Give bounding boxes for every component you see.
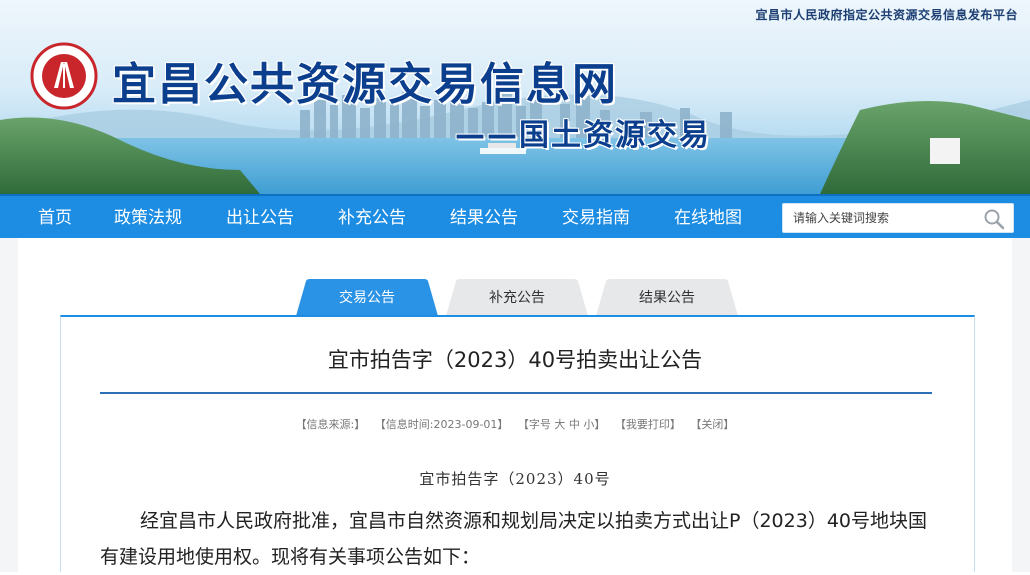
tab-label: 补充公告 <box>489 290 545 306</box>
nav-item-policies[interactable]: 政策法规 <box>114 196 182 240</box>
tab-trade-notices[interactable]: 交易公告 <box>296 279 438 316</box>
article-meta: 【信息来源:】 【信息时间:2023-09-01】 【字号 大 中 小】 【我要… <box>0 416 1030 432</box>
document-number: 宜市拍告字（2023）40号 <box>419 470 611 488</box>
nav-item-transfer-notices[interactable]: 出让公告 <box>226 196 294 240</box>
nav-item-result-notices[interactable]: 结果公告 <box>450 196 518 240</box>
meta-print[interactable]: 【我要打印】 <box>615 418 681 431</box>
meta-source: 【信息来源:】 <box>295 418 366 431</box>
yichang-public-resource-logo-icon <box>30 42 98 110</box>
platform-note: 宜昌市人民政府指定公共资源交易信息发布平台 <box>755 8 1018 22</box>
nav-item-supplementary-notices[interactable]: 补充公告 <box>338 196 406 240</box>
site-subtitle: ——国土资源交易 <box>455 118 711 153</box>
title-divider <box>100 392 932 394</box>
nav-item-trade-guide[interactable]: 交易指南 <box>562 196 630 240</box>
tab-supplementary-notices[interactable]: 补充公告 <box>446 279 588 316</box>
search-icon[interactable] <box>983 208 1005 230</box>
tab-result-notices[interactable]: 结果公告 <box>596 279 738 316</box>
nav-item-online-map[interactable]: 在线地图 <box>674 196 742 240</box>
header-banner: 宜昌市人民政府指定公共资源交易信息发布平台 宜昌公共资源交易信息网 ——国土资源… <box>0 0 1030 194</box>
search-input[interactable] <box>793 208 973 228</box>
main-navigation: 首页 政策法规 出让公告 补充公告 结果公告 交易指南 在线地图 <box>0 194 1030 238</box>
tab-label: 结果公告 <box>639 290 695 306</box>
nav-item-home[interactable]: 首页 <box>38 196 72 240</box>
tab-label: 交易公告 <box>339 290 395 306</box>
meta-close[interactable]: 【关闭】 <box>690 418 734 431</box>
article-paragraph: 经宜昌市人民政府批准，宜昌市自然资源和规划局决定以拍卖方式出让P（2023）40… <box>100 510 927 568</box>
search-box <box>782 203 1014 233</box>
article-title: 宜市拍告字（2023）40号拍卖出让公告 <box>327 348 703 372</box>
meta-font-size[interactable]: 【字号 大 中 小】 <box>518 418 606 431</box>
meta-time: 【信息时间:2023-09-01】 <box>374 418 509 431</box>
site-title: 宜昌公共资源交易信息网 <box>112 59 618 110</box>
